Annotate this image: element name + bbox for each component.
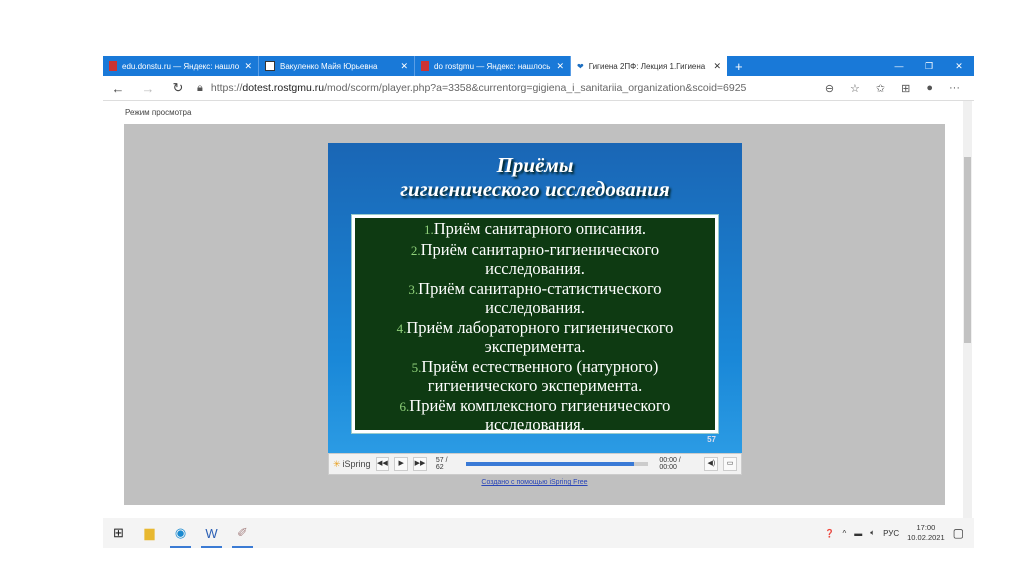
scrollbar-thumb[interactable]: [964, 157, 971, 343]
help-icon[interactable]: ❓: [825, 529, 835, 538]
fullscreen-button[interactable]: ▭: [723, 457, 737, 471]
slide-counter: 57 / 62: [435, 457, 448, 471]
word-icon[interactable]: W: [196, 518, 227, 548]
tab-2[interactable]: Вакуленко Майя Юрьевна ✕: [259, 56, 415, 76]
page-icon: [265, 61, 275, 71]
list-item: 2.Приём санитарно-гигиенического исследо…: [359, 239, 711, 279]
profile-avatar[interactable]: ●: [926, 82, 933, 95]
yandex-icon: [109, 61, 117, 71]
forward-button[interactable]: →: [133, 81, 163, 96]
player-controls: ✳ iSpring ◀◀ ▶ ▶▶ 57 / 62 00:00 / 00:00 ◀…: [328, 453, 742, 475]
item-text: Приём естественного (натурного) гигиенич…: [421, 356, 659, 395]
volume-icon[interactable]: 🔈︎: [870, 528, 875, 538]
list-item: 1.Приём санитарного описания.: [359, 219, 711, 240]
list-item: 6.Приём комплексного гигиенического иссл…: [359, 395, 711, 435]
ispring-logo-icon: ✳: [333, 458, 341, 469]
chevron-up-icon[interactable]: ^: [843, 529, 847, 538]
slide-title-line: гигиенического исследования: [400, 177, 670, 201]
item-text: Приём комплексного гигиенического исслед…: [409, 395, 671, 434]
next-button[interactable]: ▶▶: [413, 457, 427, 471]
language-indicator[interactable]: РУС: [883, 529, 899, 538]
notifications-icon[interactable]: ▢: [953, 526, 964, 540]
close-window-button[interactable]: ✕: [944, 56, 974, 76]
yandex-icon: [421, 61, 429, 71]
close-tab-icon[interactable]: ✕: [713, 61, 721, 72]
scorm-player: Приёмы гигиенического исследования 1.Приё…: [124, 124, 945, 505]
slide-list: 1.Приём санитарного описания. 2.Приём са…: [351, 214, 719, 435]
item-number: 1.: [423, 222, 434, 237]
file-explorer-icon[interactable]: ▆: [134, 518, 165, 548]
start-button[interactable]: ⊞: [103, 518, 134, 548]
time-display: 00:00 / 00:00: [659, 457, 681, 471]
tab-title: Вакуленко Майя Юрьевна: [280, 61, 378, 71]
item-number: 3.: [408, 281, 419, 297]
list-item: 4.Приём лабораторного гигиенического экс…: [359, 317, 711, 357]
play-button[interactable]: ▶: [394, 457, 409, 471]
progress-fill: [465, 462, 634, 466]
item-number: 4.: [396, 320, 407, 336]
moodle-icon: ❤: [577, 61, 584, 71]
clock-date: 10.02.2021: [907, 533, 945, 542]
minimize-button[interactable]: —: [884, 56, 914, 76]
tab-bar: edu.donstu.ru — Яндекс: нашлось ✕ Вакулен…: [103, 56, 974, 76]
tab-4[interactable]: ❤ Гигиена 2ПФ: Лекция 1.Гигиена ✕: [571, 56, 727, 76]
list-item: 5.Приём естественного (натурного) гигиен…: [359, 356, 711, 396]
network-icon[interactable]: ▬: [854, 529, 862, 538]
progress-bar[interactable]: [465, 462, 649, 466]
more-icon[interactable]: ···: [949, 82, 960, 95]
refresh-button[interactable]: ↻: [163, 80, 193, 96]
restore-button[interactable]: ❐: [914, 56, 944, 76]
address-bar-row: ← → ↻ 🔒︎ https://dotest.rostgmu.ru/mod/s…: [103, 76, 974, 101]
taskbar: ⊞ ▆ ◉ W ✐ ❓ ^ ▬ 🔈︎ РУС 17:00 10.02.2021 ▢: [103, 518, 974, 548]
url-prefix: https://: [210, 82, 243, 94]
slide-title-line: Приёмы: [496, 153, 574, 177]
ispring-credit-link[interactable]: Создано с помощью iSpring Free: [124, 479, 945, 486]
brand-text: iSpring: [342, 459, 371, 469]
tab-title: edu.donstu.ru — Яндекс: нашлось: [122, 61, 240, 71]
new-tab-button[interactable]: +: [735, 59, 743, 74]
back-button[interactable]: ←: [103, 81, 133, 96]
item-text: Приём лабораторного гигиенического экспе…: [406, 317, 674, 356]
tab-title: Гигиена 2ПФ: Лекция 1.Гигиена: [588, 61, 706, 71]
url-input[interactable]: https://dotest.rostgmu.ru/mod/scorm/play…: [211, 82, 825, 94]
tab-3[interactable]: do rostgmu — Яндекс: нашлось ✕: [415, 56, 571, 76]
browser-window: edu.donstu.ru — Яндекс: нашлось ✕ Вакулен…: [103, 56, 974, 519]
lock-icon: 🔒︎: [197, 81, 203, 94]
clock[interactable]: 17:00 10.02.2021: [907, 523, 945, 543]
scrollbar[interactable]: [963, 101, 972, 519]
collections-icon[interactable]: ⊞: [901, 82, 910, 95]
zoom-icon[interactable]: ⊖: [825, 82, 834, 95]
favorites-icon[interactable]: ✩: [876, 82, 885, 95]
url-domain: dotest.rostgmu.ru: [242, 82, 325, 94]
item-text: Приём санитарного описания.: [433, 219, 647, 238]
close-tab-icon[interactable]: ✕: [400, 61, 408, 72]
previous-button[interactable]: ◀◀: [375, 457, 390, 471]
close-tab-icon[interactable]: ✕: [244, 61, 252, 72]
item-number: 5.: [411, 359, 422, 375]
tab-title: do rostgmu — Яндекс: нашлось: [434, 61, 551, 71]
item-number: 2.: [410, 242, 421, 258]
volume-button[interactable]: ◀): [704, 457, 719, 471]
list-item: 3.Приём санитарно-статистического исслед…: [359, 278, 711, 318]
item-number: 6.: [399, 398, 410, 414]
view-mode-label: Режим просмотра: [125, 108, 192, 117]
item-text: Приём санитарно-статистического исследов…: [418, 278, 662, 317]
url-path: /mod/scorm/player.php?a=3358&currentorg=…: [324, 82, 747, 94]
ispring-logo: ✳ iSpring: [333, 459, 371, 470]
slide-title: Приёмы гигиенического исследования: [328, 153, 742, 201]
paint-icon[interactable]: ✐: [227, 518, 258, 548]
system-tray: ❓ ^ ▬ 🔈︎ РУС 17:00 10.02.2021 ▢: [825, 518, 964, 548]
item-text: Приём санитарно-гигиенического исследова…: [420, 239, 660, 278]
close-tab-icon[interactable]: ✕: [556, 61, 564, 72]
slide: Приёмы гигиенического исследования 1.Приё…: [328, 143, 742, 453]
favorite-add-icon[interactable]: ☆: [850, 82, 860, 95]
tab-1[interactable]: edu.donstu.ru — Яндекс: нашлось ✕: [103, 56, 259, 76]
clock-time: 17:00: [916, 523, 936, 532]
edge-icon[interactable]: ◉: [165, 518, 196, 548]
slide-page-number: 57: [707, 435, 716, 444]
